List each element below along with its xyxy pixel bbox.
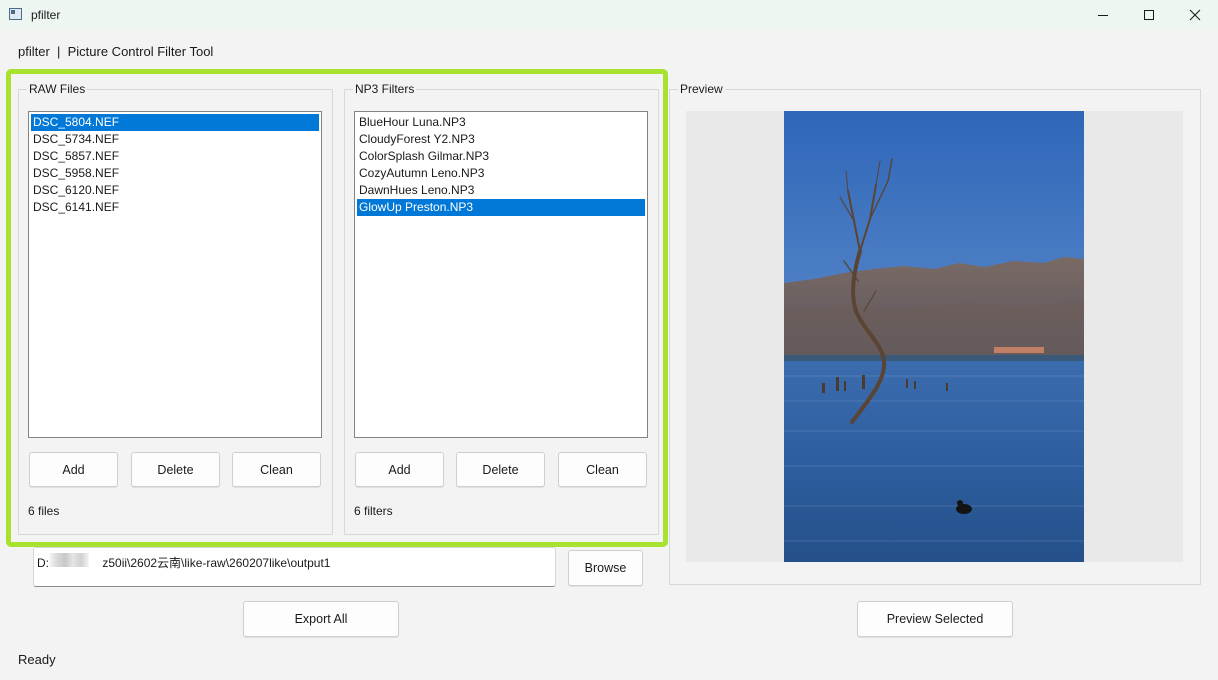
maximize-icon — [1144, 10, 1154, 20]
list-item[interactable]: GlowUp Preston.NP3 — [357, 199, 645, 216]
list-item[interactable]: ColorSplash Gilmar.NP3 — [357, 148, 645, 165]
preview-title: Preview — [678, 82, 725, 96]
list-item[interactable]: CloudyForest Y2.NP3 — [357, 131, 645, 148]
np3-add-button[interactable]: Add — [355, 452, 444, 487]
output-path-field[interactable]: D:\ z50ii\2602云南\like-raw\260207like\outp… — [33, 547, 556, 587]
np3-filters-count: 6 filters — [354, 504, 393, 518]
raw-delete-button[interactable]: Delete — [131, 452, 220, 487]
preview-selected-button[interactable]: Preview Selected — [857, 601, 1013, 637]
list-item[interactable]: DSC_6120.NEF — [31, 182, 319, 199]
window-title: pfilter — [31, 8, 61, 22]
app-subtitle: pfilter | Picture Control Filter Tool — [18, 44, 214, 59]
raw-files-title: RAW Files — [27, 82, 88, 96]
list-item[interactable]: DSC_5857.NEF — [31, 148, 319, 165]
preview-image — [784, 111, 1084, 562]
browse-button[interactable]: Browse — [568, 550, 643, 586]
list-item[interactable]: DSC_5958.NEF — [31, 165, 319, 182]
list-item[interactable]: BlueHour Luna.NP3 — [357, 114, 645, 131]
status-text: Ready — [18, 652, 56, 667]
redacted-path-segment — [49, 553, 89, 567]
close-button[interactable] — [1172, 0, 1218, 30]
np3-delete-button[interactable]: Delete — [456, 452, 545, 487]
lake-tree-photo — [784, 111, 1084, 562]
np3-clean-button[interactable]: Clean — [558, 452, 647, 487]
list-item[interactable]: CozyAutumn Leno.NP3 — [357, 165, 645, 182]
raw-files-list[interactable]: DSC_5804.NEF DSC_5734.NEF DSC_5857.NEF D… — [28, 111, 322, 438]
title-bar: pfilter — [0, 0, 1218, 30]
np3-filters-list[interactable]: BlueHour Luna.NP3 CloudyForest Y2.NP3 Co… — [354, 111, 648, 438]
list-item[interactable]: DawnHues Leno.NP3 — [357, 182, 645, 199]
minimize-button[interactable] — [1080, 0, 1126, 30]
raw-files-count: 6 files — [28, 504, 60, 518]
maximize-button[interactable] — [1126, 0, 1172, 30]
export-all-button[interactable]: Export All — [243, 601, 399, 637]
raw-clean-button[interactable]: Clean — [232, 452, 321, 487]
output-path-text: z50ii\2602云南\like-raw\260207like\output1 — [102, 556, 331, 570]
list-item[interactable]: DSC_6141.NEF — [31, 199, 319, 216]
np3-filters-title: NP3 Filters — [353, 82, 417, 96]
list-item[interactable]: DSC_5734.NEF — [31, 131, 319, 148]
list-item[interactable]: DSC_5804.NEF — [31, 114, 319, 131]
minimize-icon — [1098, 15, 1108, 16]
raw-add-button[interactable]: Add — [29, 452, 118, 487]
close-icon — [1189, 9, 1201, 21]
app-icon — [9, 8, 22, 20]
